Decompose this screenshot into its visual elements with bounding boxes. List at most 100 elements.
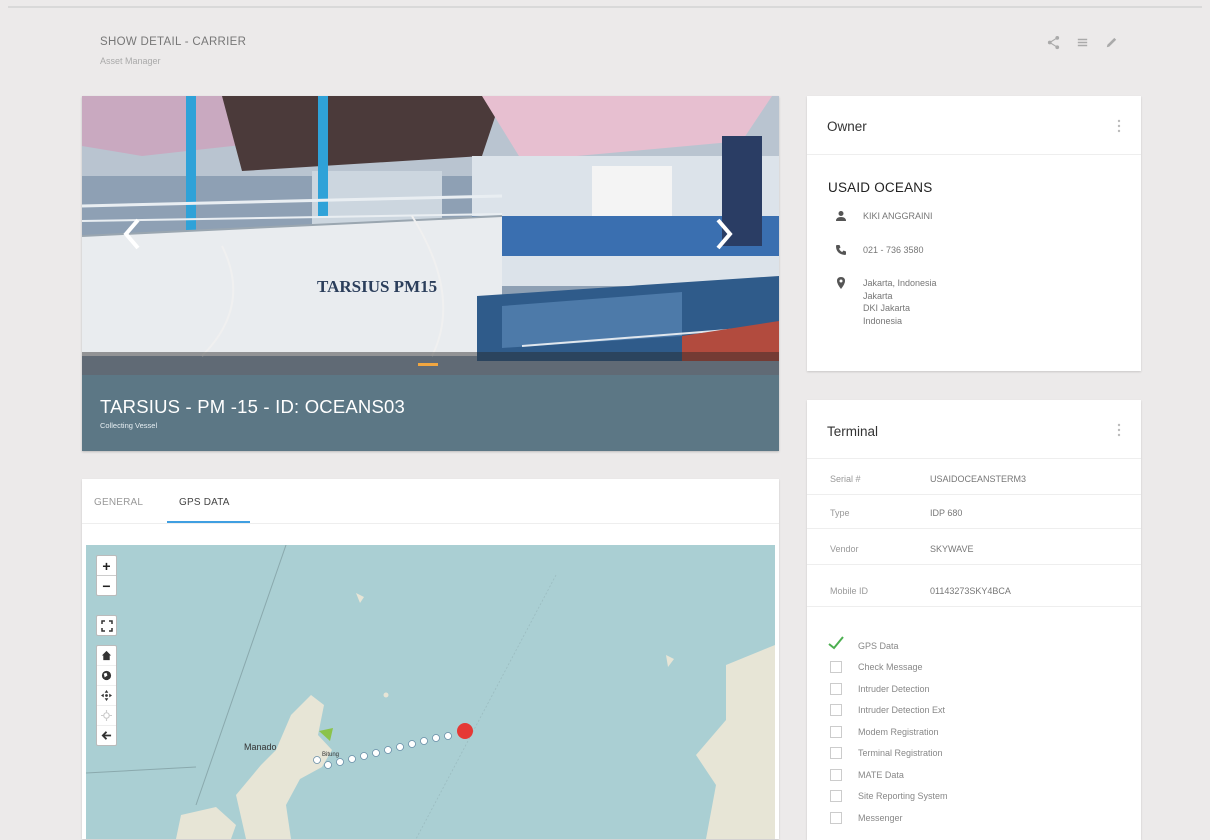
share-icon[interactable] bbox=[1046, 35, 1061, 50]
terminal-card-title: Terminal bbox=[827, 424, 879, 439]
checkbox[interactable] bbox=[830, 790, 842, 803]
terminal-field-row: Mobile ID 01143273SKY4BCA bbox=[807, 576, 1141, 607]
owner-address-line: Indonesia bbox=[863, 315, 903, 326]
top-divider bbox=[8, 6, 1202, 8]
checkbox[interactable] bbox=[830, 661, 842, 674]
checkbox-messenger[interactable]: Messenger bbox=[830, 807, 948, 829]
tab-general[interactable]: GENERAL bbox=[94, 497, 143, 508]
pan-button[interactable] bbox=[97, 685, 116, 705]
owner-card-title: Owner bbox=[827, 119, 867, 134]
prev-slide-button[interactable] bbox=[118, 216, 146, 252]
list-icon[interactable] bbox=[1075, 35, 1090, 50]
owner-address-line: Jakarta, Indonesia bbox=[863, 278, 937, 288]
checkbox[interactable] bbox=[828, 636, 844, 652]
owner-address-line: DKI Jakarta bbox=[863, 303, 911, 313]
locate-icon bbox=[101, 710, 112, 721]
field-value: 01143273SKY4BCA bbox=[930, 586, 1011, 596]
chevron-right-icon bbox=[716, 218, 733, 250]
owner-address: Jakarta, Indonesia Jakarta DKI Jakarta I… bbox=[863, 277, 937, 327]
terminal-card-header: Terminal bbox=[807, 400, 1141, 459]
zoom-in-button[interactable]: + bbox=[97, 556, 116, 575]
field-value: SKYWAVE bbox=[930, 544, 974, 554]
checkbox-label: Check Message bbox=[858, 662, 923, 673]
owner-address-row: Jakarta, Indonesia Jakarta DKI Jakarta I… bbox=[835, 277, 937, 327]
checkbox-label: MATE Data bbox=[858, 769, 904, 780]
checkbox-check-message[interactable]: Check Message bbox=[830, 657, 948, 679]
owner-phone: 021 - 736 3580 bbox=[863, 245, 924, 255]
checkbox[interactable] bbox=[830, 725, 842, 738]
checkbox[interactable] bbox=[830, 682, 842, 695]
page-title: SHOW DETAIL - CARRIER bbox=[100, 36, 247, 48]
checkbox[interactable] bbox=[830, 811, 842, 824]
hull-name-text: TARSIUS PM15 bbox=[317, 277, 437, 296]
header-actions bbox=[1046, 35, 1119, 50]
home-icon bbox=[101, 650, 112, 661]
person-icon bbox=[836, 211, 846, 221]
arrow-left-icon bbox=[101, 731, 112, 740]
edit-icon[interactable] bbox=[1104, 35, 1119, 50]
move-icon bbox=[101, 690, 112, 701]
map-place-label-small: Bitung bbox=[322, 752, 340, 758]
page-subtitle: Asset Manager bbox=[100, 56, 161, 66]
globe-button[interactable] bbox=[97, 665, 116, 685]
back-button[interactable] bbox=[97, 725, 116, 745]
terminal-field-row: Serial # USAIDOCEANSTERM3 bbox=[807, 464, 1141, 495]
zoom-out-button[interactable]: − bbox=[97, 575, 116, 595]
location-pin-icon bbox=[837, 277, 845, 289]
terminal-card: Terminal Serial # USAIDOCEANSTERM3 Type … bbox=[807, 400, 1141, 840]
checkbox[interactable] bbox=[830, 704, 842, 717]
checkbox[interactable] bbox=[830, 768, 842, 781]
owner-card: Owner USAID OCEANS KIKI ANGGRAINI 021 - … bbox=[807, 96, 1141, 371]
capability-checklist: GPS Data Check Message Intruder Detectio… bbox=[828, 635, 948, 829]
gps-end-marker[interactable] bbox=[457, 723, 473, 739]
chevron-left-icon bbox=[123, 218, 140, 250]
checkbox-label: Intruder Detection Ext bbox=[858, 705, 946, 716]
owner-contact: KIKI ANGGRAINI bbox=[863, 211, 933, 221]
vessel-hero: TARSIUS PM15 TARSIUS - PM -15 - ID: OCEA… bbox=[82, 96, 779, 451]
field-key: Mobile ID bbox=[830, 586, 869, 596]
checkbox-gps-data[interactable]: GPS Data bbox=[828, 635, 948, 657]
map-nav-controls bbox=[96, 645, 117, 746]
active-tab-indicator bbox=[167, 521, 250, 523]
details-tabs-card: GENERAL GPS DATA + − Manado Bitung bbox=[82, 479, 779, 839]
globe-icon bbox=[101, 670, 112, 681]
field-key: Type bbox=[830, 508, 850, 518]
fullscreen-button[interactable] bbox=[96, 615, 117, 636]
slide-indicator[interactable] bbox=[418, 363, 438, 366]
more-vert-icon[interactable] bbox=[1117, 423, 1121, 437]
checkbox[interactable] bbox=[830, 747, 842, 760]
phone-icon bbox=[836, 245, 846, 255]
checkbox-label: Messenger bbox=[858, 812, 903, 823]
checkbox-label: GPS Data bbox=[858, 640, 899, 651]
vessel-title: TARSIUS - PM -15 - ID: OCEANS03 bbox=[100, 396, 406, 417]
terminal-field-row: Vendor SKYWAVE bbox=[807, 534, 1141, 565]
vessel-photo: TARSIUS PM15 bbox=[82, 96, 779, 375]
checkbox-mate-data[interactable]: MATE Data bbox=[830, 764, 948, 786]
locate-button[interactable] bbox=[97, 705, 116, 725]
tab-bar: GENERAL GPS DATA bbox=[82, 479, 779, 524]
field-key: Vendor bbox=[830, 544, 859, 554]
map-place-label: Manado bbox=[244, 742, 277, 752]
more-vert-icon[interactable] bbox=[1117, 119, 1121, 133]
checkbox-intruder-detection[interactable]: Intruder Detection bbox=[830, 678, 948, 700]
owner-card-header: Owner bbox=[807, 96, 1141, 155]
owner-contact-row: KIKI ANGGRAINI bbox=[835, 210, 933, 223]
vessel-subtitle: Collecting Vessel bbox=[100, 421, 158, 430]
slide-indicator-bar bbox=[82, 352, 779, 375]
terminal-field-row: Type IDP 680 bbox=[807, 498, 1141, 529]
checkbox-modem-registration[interactable]: Modem Registration bbox=[830, 721, 948, 743]
tab-gps-data[interactable]: GPS DATA bbox=[179, 497, 230, 508]
field-value: IDP 680 bbox=[930, 508, 963, 518]
home-button[interactable] bbox=[97, 646, 116, 665]
zoom-control: + − bbox=[96, 555, 117, 596]
field-key: Serial # bbox=[830, 474, 861, 484]
checkbox-terminal-registration[interactable]: Terminal Registration bbox=[830, 743, 948, 765]
checkbox-site-reporting-system[interactable]: Site Reporting System bbox=[830, 786, 948, 808]
field-value: USAIDOCEANSTERM3 bbox=[930, 474, 1027, 484]
checkbox-intruder-detection-ext[interactable]: Intruder Detection Ext bbox=[830, 700, 948, 722]
checkbox-label: Modem Registration bbox=[858, 726, 939, 737]
gps-map[interactable]: + − Manado Bitung bbox=[86, 545, 775, 839]
owner-phone-row: 021 - 736 3580 bbox=[835, 244, 924, 257]
checkbox-label: Intruder Detection bbox=[858, 683, 930, 694]
next-slide-button[interactable] bbox=[710, 216, 738, 252]
